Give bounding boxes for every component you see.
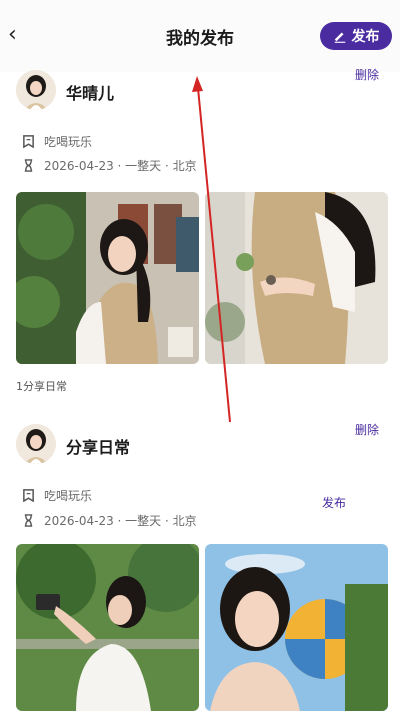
bookmark-icon	[23, 489, 34, 502]
category-row: 吃喝玩乐	[22, 487, 92, 504]
details-row: 2026-04-23 · 一整天 · 北京	[22, 157, 197, 174]
hourglass-icon	[24, 514, 33, 527]
post-caption: 1分享日常	[16, 380, 67, 393]
top-bar: ‹ 我的发布 发布	[0, 0, 400, 72]
delete-button[interactable]: 删除	[355, 421, 379, 438]
delete-button[interactable]: 删除	[355, 66, 379, 83]
category-text: 吃喝玩乐	[44, 489, 93, 503]
post-photo[interactable]	[16, 544, 199, 711]
avatar[interactable]	[16, 424, 56, 464]
post-photo[interactable]	[205, 544, 388, 711]
username[interactable]: 分享日常	[66, 434, 130, 458]
details-text: 2026-04-23 · 一整天 · 北京	[44, 159, 197, 173]
post-photo[interactable]	[16, 192, 199, 364]
bookmark-icon	[23, 135, 34, 148]
pencil-icon	[334, 32, 345, 43]
details-row: 2026-04-23 · 一整天 · 北京	[22, 512, 197, 529]
hourglass-icon	[24, 159, 33, 172]
avatar[interactable]	[16, 70, 56, 110]
details-text: 2026-04-23 · 一整天 · 北京	[44, 514, 197, 528]
post-photo[interactable]	[205, 192, 388, 364]
category-text: 吃喝玩乐	[44, 135, 93, 149]
publish-button[interactable]: 发布	[320, 22, 392, 50]
username[interactable]: 华晴儿	[66, 80, 114, 104]
publish-link[interactable]: 发布	[322, 494, 346, 511]
category-row: 吃喝玩乐	[22, 133, 92, 150]
publish-button-label: 发布	[351, 29, 380, 45]
